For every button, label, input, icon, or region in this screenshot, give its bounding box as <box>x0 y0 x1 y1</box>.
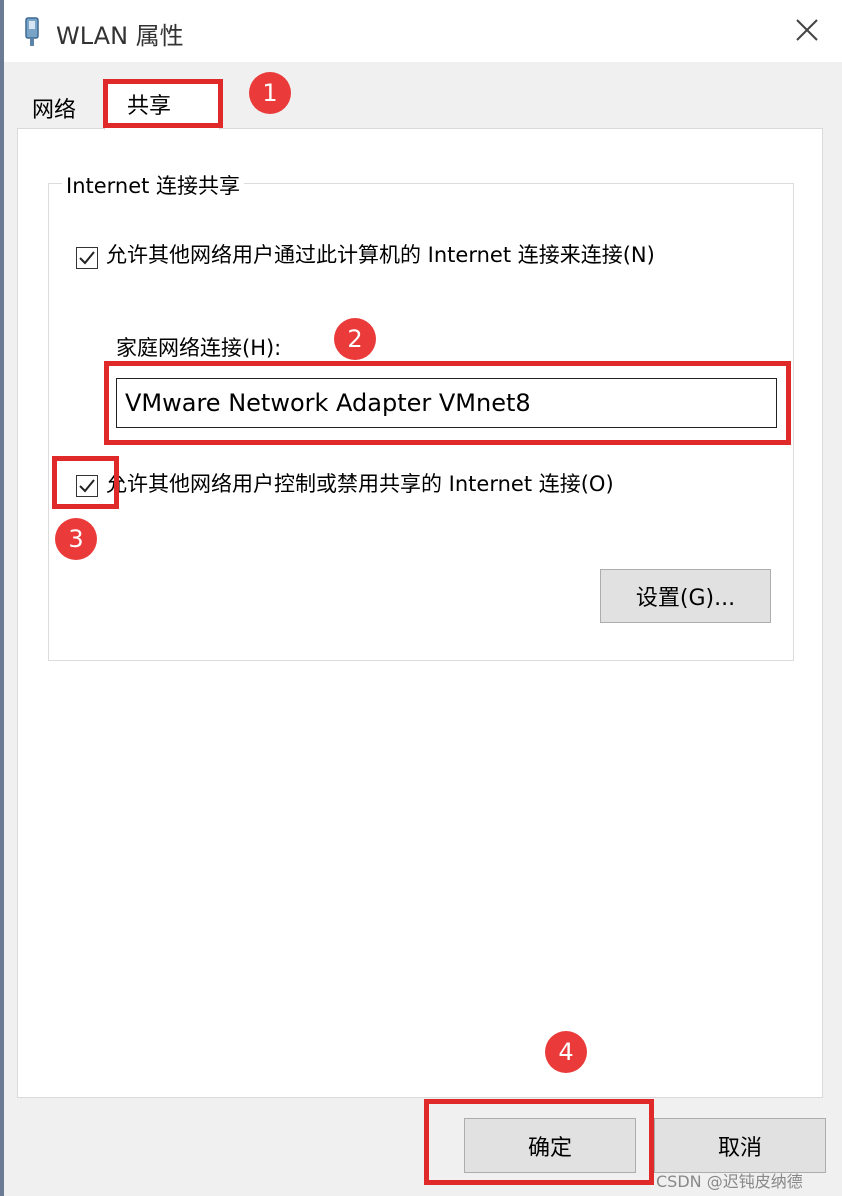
window-title: WLAN 属性 <box>56 22 184 50</box>
close-button[interactable] <box>780 4 834 56</box>
step-badge: 4 <box>545 1031 587 1073</box>
background-window-edge <box>0 0 4 1196</box>
allow-sharing-label[interactable]: 允许其他网络用户通过此计算机的 Internet 连接来连接(N) <box>106 239 655 269</box>
cancel-button[interactable]: 取消 <box>654 1118 826 1173</box>
tab-network[interactable]: 网络 <box>20 86 102 126</box>
network-adapter-icon <box>22 16 44 48</box>
highlight-box <box>52 456 119 509</box>
allow-control-label[interactable]: 允许其他网络用户控制或禁用共享的 Internet 连接(O) <box>106 468 614 498</box>
step-badge: 1 <box>249 72 291 114</box>
allow-sharing-checkbox[interactable] <box>76 247 98 269</box>
checkmark-icon <box>79 251 95 265</box>
ics-group-title: Internet 连接共享 <box>62 170 245 200</box>
close-icon <box>796 19 818 41</box>
tab-network-label: 网络 <box>32 98 77 123</box>
highlight-box <box>424 1099 654 1185</box>
home-connection-label: 家庭网络连接(H): <box>116 336 282 360</box>
highlight-box <box>104 361 791 445</box>
watermark: CSDN @迟钝皮纳德 <box>656 1172 803 1191</box>
step-badge: 2 <box>334 318 376 360</box>
step-badge: 3 <box>55 518 97 560</box>
highlight-box <box>103 79 223 128</box>
settings-button[interactable]: 设置(G)... <box>600 569 771 623</box>
